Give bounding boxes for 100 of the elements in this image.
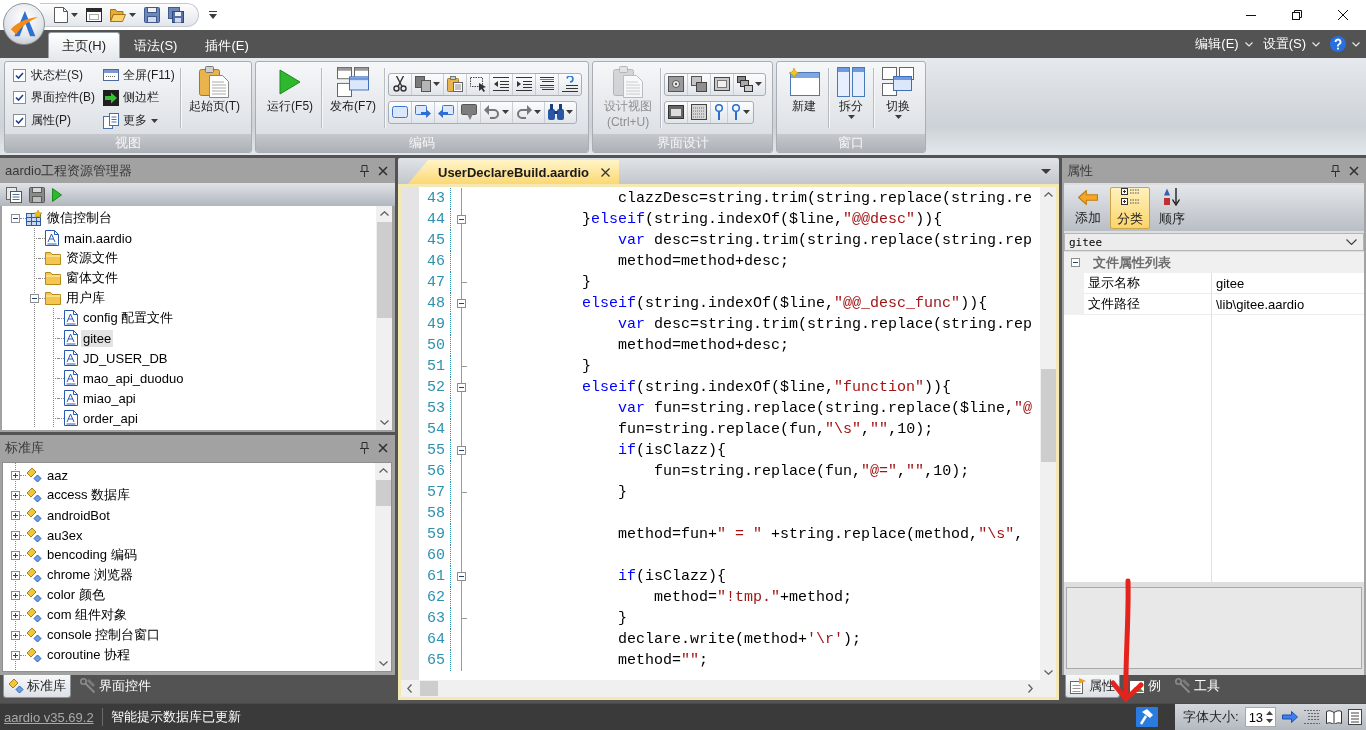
file-tab[interactable]: UserDeclareBuild.aardio — [408, 160, 619, 184]
panel-tab[interactable]: 工具 — [1170, 675, 1225, 698]
caret-icon[interactable] — [129, 13, 136, 17]
tree-item[interactable]: gitee — [81, 329, 114, 347]
fold-toggle-icon[interactable] — [457, 215, 466, 224]
expand-icon[interactable] — [10, 630, 20, 640]
play-icon[interactable] — [52, 187, 62, 202]
property-name[interactable]: 显示名称 — [1084, 273, 1212, 294]
checkbox-option[interactable]: 界面控件(B) — [13, 89, 95, 107]
fold-toggle-icon[interactable] — [457, 299, 466, 308]
chevron-left-icon[interactable] — [407, 684, 412, 693]
tree-item[interactable]: main.aardio — [62, 229, 134, 247]
scrollbar-thumb[interactable] — [1040, 369, 1056, 462]
help-icon[interactable] — [1330, 36, 1346, 52]
gear-window-icon[interactable] — [668, 76, 685, 92]
fold-toggle-icon[interactable] — [457, 383, 466, 392]
tree-item[interactable]: 窗体文件 — [64, 268, 120, 288]
frame-icon[interactable] — [668, 104, 685, 120]
layers-icon[interactable] — [737, 76, 754, 92]
expand-icon[interactable] — [10, 530, 20, 540]
pin-icon[interactable] — [1331, 164, 1340, 177]
scissors-icon[interactable] — [392, 76, 409, 92]
tree-item[interactable]: config 配置文件 — [81, 308, 176, 328]
tree-item[interactable]: 资源文件 — [64, 248, 120, 268]
property-name[interactable]: 文件路径 — [1084, 294, 1212, 315]
close-icon[interactable] — [601, 167, 610, 177]
chevron-down-icon[interactable] — [1043, 670, 1053, 675]
selection-icon[interactable] — [470, 76, 487, 92]
chevron-up-icon[interactable] — [379, 211, 389, 216]
tree-item[interactable]: 微信控制台 — [45, 208, 114, 228]
ribbon-button[interactable]: 发布(F7) — [324, 64, 383, 132]
spin-down-icon[interactable] — [1266, 719, 1273, 723]
caret-icon[interactable] — [71, 13, 78, 17]
library-item[interactable]: au3ex — [45, 526, 85, 544]
toolbar-button[interactable]: 顺序 — [1152, 187, 1192, 229]
document-list-icon[interactable] — [6, 186, 22, 203]
ribbon-button[interactable]: 侧边栏 — [101, 88, 177, 108]
library-item[interactable]: console 控制台窗口 — [45, 625, 163, 645]
ribbon-button[interactable]: 更多 — [101, 111, 177, 131]
library-item[interactable]: access 数据库 — [45, 485, 133, 505]
library-item[interactable]: coroutine 协程 — [45, 645, 133, 665]
library-item[interactable]: color 颜色 — [45, 585, 107, 605]
panel-tab[interactable]: 界面控件 — [75, 675, 156, 698]
rectangle-icon[interactable] — [392, 106, 409, 118]
fold-toggle-icon[interactable] — [457, 446, 466, 455]
collapse-icon[interactable] — [10, 213, 20, 223]
frame-icon[interactable] — [714, 76, 731, 92]
ribbon-tab[interactable]: 主页(H) — [48, 32, 121, 58]
undo-icon[interactable] — [484, 104, 501, 120]
menu-button[interactable]: 设置(S) — [1262, 35, 1320, 53]
expand-icon[interactable] — [10, 470, 20, 480]
chevron-up-icon[interactable] — [1043, 192, 1053, 197]
document-icon[interactable] — [1348, 709, 1362, 725]
property-value[interactable]: gitee — [1212, 273, 1364, 294]
collapse-icon[interactable] — [29, 293, 39, 303]
align-icon[interactable] — [539, 76, 556, 92]
ribbon-button[interactable]: 新建 — [782, 64, 827, 132]
list-icon[interactable] — [1304, 710, 1320, 724]
font-size-spinner[interactable]: 13 — [1244, 707, 1276, 727]
close-icon[interactable] — [1338, 10, 1348, 20]
library-item[interactable]: androidBot — [45, 506, 112, 524]
box-arrow-right-icon[interactable] — [415, 104, 432, 120]
object-dropdown[interactable]: gitee — [1064, 233, 1364, 251]
collapse-icon[interactable] — [1071, 258, 1080, 267]
pin-icon[interactable] — [360, 441, 369, 454]
copy-icon[interactable] — [415, 76, 432, 92]
speech-bubble-icon[interactable] — [461, 104, 478, 120]
floppy-disks-icon[interactable] — [168, 7, 184, 23]
ribbon-button[interactable]: 运行(F5) — [261, 64, 320, 132]
outdent-icon[interactable] — [493, 76, 510, 92]
restore-icon[interactable] — [1292, 10, 1302, 20]
pin-icon[interactable] — [360, 164, 369, 177]
toolbar-button[interactable]: 添加 — [1068, 187, 1108, 229]
scrollbar-thumb[interactable] — [420, 681, 438, 696]
caret-icon[interactable] — [1041, 168, 1051, 174]
expand-icon[interactable] — [10, 490, 20, 500]
expand-icon[interactable] — [10, 510, 20, 520]
expand-icon[interactable] — [10, 590, 20, 600]
expand-icon[interactable] — [10, 550, 20, 560]
ribbon-button[interactable]: 全屏(F11) — [101, 65, 177, 85]
tree-item[interactable]: JD_USER_DB — [81, 349, 170, 367]
scrollbar-thumb[interactable] — [375, 480, 391, 506]
chevron-down-icon[interactable] — [379, 420, 389, 425]
paste-icon[interactable] — [447, 76, 464, 92]
chevron-up-icon[interactable] — [378, 468, 388, 473]
customize-icon[interactable] — [209, 11, 217, 19]
expand-icon[interactable] — [10, 650, 20, 660]
expand-icon[interactable] — [10, 570, 20, 580]
library-item[interactable]: aaz — [45, 466, 70, 484]
library-item[interactable]: com 组件对象 — [45, 605, 130, 625]
caret-icon[interactable] — [755, 82, 763, 86]
binoculars-icon[interactable] — [548, 104, 565, 120]
caret-icon[interactable] — [433, 82, 441, 86]
expand-icon[interactable] — [10, 610, 20, 620]
caret-icon[interactable] — [743, 110, 751, 114]
ribbon-button[interactable]: 拆分 — [831, 64, 872, 132]
caret-icon[interactable] — [502, 110, 510, 114]
folder-icon[interactable] — [110, 8, 126, 22]
tree-item[interactable]: mao_api_duoduo — [81, 369, 186, 387]
tree-item[interactable]: order_api — [81, 409, 140, 427]
